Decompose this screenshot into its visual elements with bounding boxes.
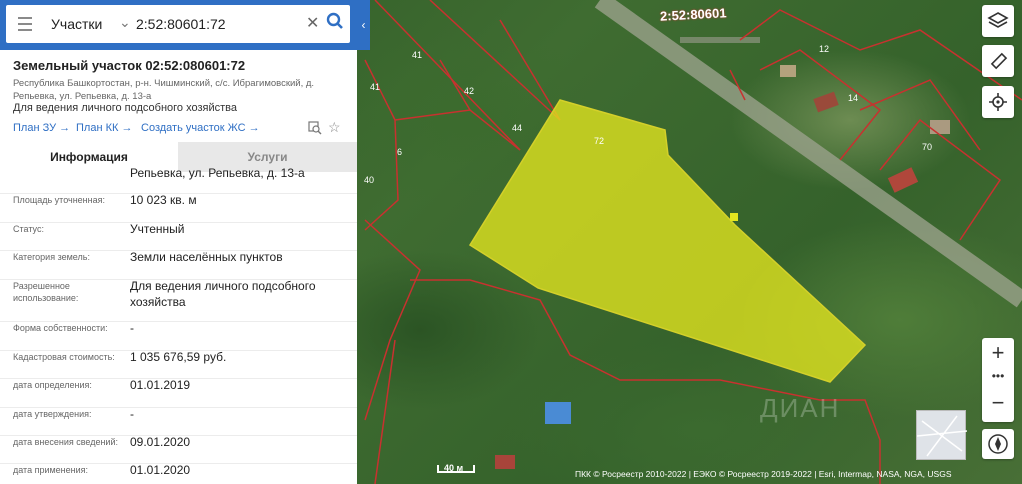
plot-number-label: 42: [464, 86, 475, 96]
zoom-controls: + ••• −: [982, 338, 1014, 422]
zoom-out-button[interactable]: −: [982, 388, 1014, 422]
info-value: Для ведения личного подсобного хозяйства: [130, 279, 316, 309]
search-type-select[interactable]: Участки: [51, 16, 102, 32]
plot-number-label: 70: [922, 142, 933, 152]
scale-label: 40 м: [444, 463, 464, 473]
info-value: 10 023 кв. м: [130, 193, 197, 207]
plot-number-label: 41: [370, 82, 381, 92]
info-label: дата применения:: [13, 465, 89, 475]
info-row: дата внесения сведений: 09.01.2020: [0, 435, 357, 449]
layers-button[interactable]: [982, 5, 1014, 37]
plot-number-label: 14: [848, 93, 859, 103]
watermark: ДИАН: [760, 393, 841, 423]
close-icon[interactable]: ✕: [306, 13, 319, 33]
search-bar: Участки ⌄ ✕: [0, 0, 357, 50]
selected-parcel-label: 72: [594, 136, 605, 146]
plot-number-label: 12: [819, 44, 830, 54]
info-value: -: [130, 321, 134, 335]
info-label: дата утверждения:: [13, 409, 92, 419]
collapse-panel-button[interactable]: ‹: [357, 0, 370, 50]
info-value: -: [130, 407, 134, 421]
info-value: Земли населённых пунктов: [130, 250, 283, 264]
minimap[interactable]: [916, 410, 967, 460]
info-label: дата внесения сведений:: [13, 437, 118, 447]
chevron-down-icon[interactable]: ⌄: [119, 14, 131, 31]
compass-button[interactable]: [982, 429, 1014, 459]
info-value: 01.01.2019: [130, 378, 191, 392]
zoom-to-parcel-icon[interactable]: [308, 121, 322, 140]
create-parcel-link[interactable]: Создать участок ЖС →: [141, 122, 260, 134]
info-label: Форма собственности:: [13, 323, 108, 333]
info-row: Площадь уточненная: 10 023 кв. м: [0, 193, 357, 207]
locate-button[interactable]: [982, 86, 1014, 118]
ruler-button[interactable]: [982, 45, 1014, 77]
info-label: Категория земель:: [13, 252, 90, 262]
map-attribution: ПКК © Росреестр 2010-2022 | ЕЭКО © Росре…: [575, 469, 952, 479]
info-row: Категория земель: Земли населённых пункт…: [0, 250, 357, 264]
plot-number-label: 40: [364, 175, 375, 185]
plan-zu-link[interactable]: План ЗУ →: [13, 122, 70, 134]
more-button[interactable]: •••: [982, 368, 1014, 388]
info-row: Кадастровая стоимость: 1 035 676,59 руб.: [0, 350, 357, 364]
info-row: дата определения: 01.01.2019: [0, 378, 357, 392]
search-icon[interactable]: [326, 12, 344, 35]
search-box: Участки ⌄ ✕: [6, 5, 350, 43]
info-label: Статус:: [13, 224, 44, 234]
plan-kk-link[interactable]: План КК →: [76, 122, 132, 134]
zoom-in-button[interactable]: +: [982, 338, 1014, 368]
crosshair-icon: [989, 93, 1007, 111]
info-value: Учтенный: [130, 222, 185, 236]
plot-number-label: 6: [397, 147, 403, 157]
info-value: 01.01.2020: [130, 463, 191, 477]
info-row: Разрешенное использование: Для ведения л…: [0, 279, 357, 309]
info-value: 1 035 676,59 руб.: [130, 350, 227, 364]
info-panel: Участки ⌄ ✕ Земельный участок 02:52:0806…: [0, 0, 357, 484]
ruler-icon: [990, 52, 1008, 70]
info-label: Разрешенное использование:: [13, 281, 79, 303]
info-label: дата определения:: [13, 380, 92, 390]
compass-icon: [988, 434, 1008, 454]
info-label: Площадь уточненная:: [13, 195, 105, 205]
parcel-title: Земельный участок 02:52:080601:72: [13, 58, 246, 73]
plot-number-label: 44: [512, 123, 523, 133]
info-row: дата утверждения: -: [0, 407, 357, 421]
parcel-purpose: Для ведения личного подсобного хозяйства: [13, 102, 237, 114]
address-continuation: Репьевка, ул. Репьевка, д. 13-а: [130, 166, 305, 180]
star-icon[interactable]: ☆: [328, 119, 341, 136]
info-label: Кадастровая стоимость:: [13, 352, 115, 362]
layers-icon: [987, 12, 1009, 28]
menu-icon[interactable]: [18, 17, 36, 31]
plot-number-label: 41: [412, 50, 423, 60]
info-row: Статус: Учтенный: [0, 222, 357, 236]
info-value: 09.01.2020: [130, 435, 191, 449]
parcel-address: Республика Башкортостан, р-н. Чишминский…: [13, 78, 315, 102]
info-row: дата применения: 01.01.2020: [0, 463, 357, 477]
search-input[interactable]: [136, 13, 296, 35]
info-row: Форма собственности: -: [0, 321, 357, 335]
info-list: Репьевка, ул. Репьевка, д. 13-а Площадь …: [0, 166, 357, 484]
